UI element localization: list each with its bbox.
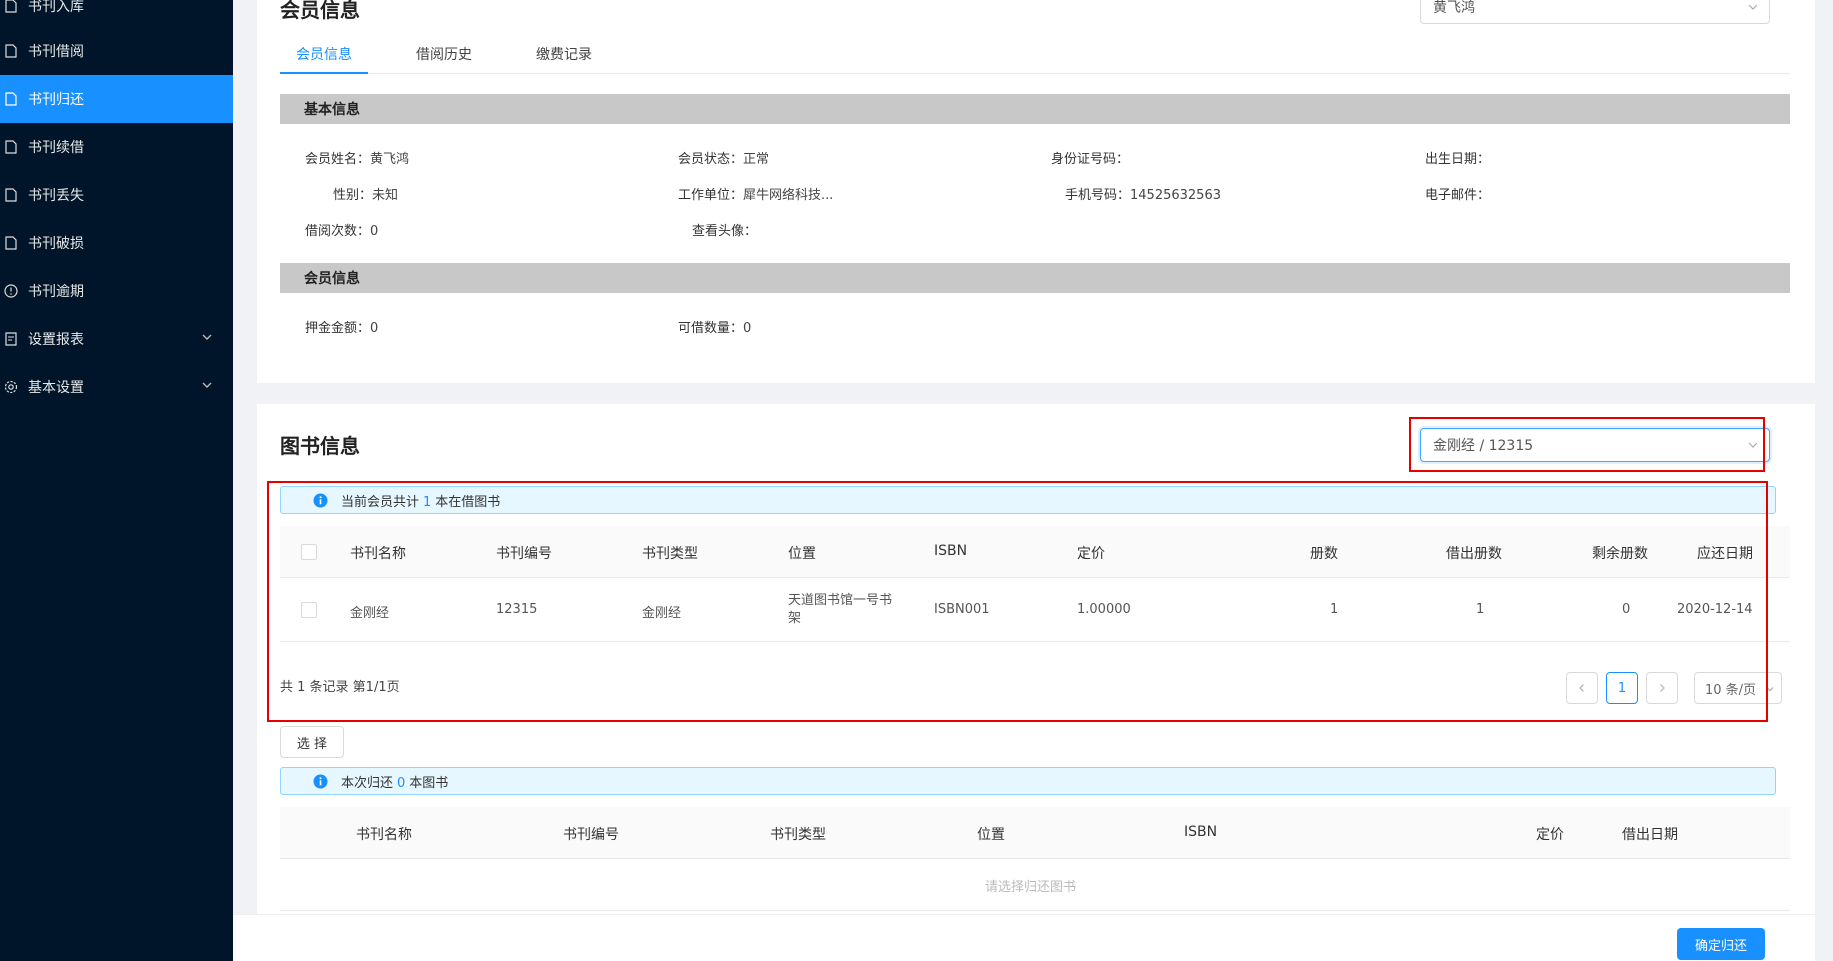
info-icon [313,774,328,789]
column-header: 书刊名称 [356,827,412,843]
column-header: 书刊类型 [770,827,826,843]
deposit-value: 0 [370,321,379,336]
deposit-field: 押金金额：0 [305,321,379,336]
sidebar-item-borrow[interactable]: 书刊借阅 [0,27,233,75]
chevron-down-icon [1747,1,1759,13]
member-phone-field: 手机号码：14525632563 [1065,188,1221,203]
report-icon [4,332,18,346]
file-icon [4,44,18,58]
sidebar-item-label: 书刊入库 [28,0,84,15]
sidebar-item-label: 书刊借阅 [28,44,84,60]
column-header: 书刊编号 [563,827,619,843]
sidebar-item-label: 基本设置 [28,380,84,396]
member-work-value: 犀牛网络科技... [743,188,834,203]
sidebar-item-label: 设置报表 [28,332,84,348]
page-edge [1815,0,1833,961]
chevron-down-icon [201,331,215,345]
book-info-title: 图书信息 [280,434,360,458]
member-borrow-count-value: 0 [370,224,379,239]
confirm-return-button[interactable]: 确定归还 [1677,928,1765,960]
tab-payment-records[interactable]: 缴费记录 [520,44,608,74]
action-footer: 确定归还 [233,914,1815,961]
member-name-value: 黄飞鸿 [370,152,410,167]
member-select[interactable]: 黄飞鸿 [1420,0,1770,24]
member-info-title: 会员信息 [280,0,360,22]
highlight-box-select [1409,417,1765,472]
sidebar-item-label: 书刊破损 [28,236,84,252]
member-avatar-field[interactable]: 查看头像： [692,220,757,239]
basic-info-section: 基本信息 [280,94,1790,124]
member-gender-field: 性别：未知 [333,188,399,203]
member-tabs: 会员信息 借阅历史 缴费记录 [280,38,1790,74]
membership-section: 会员信息 [280,263,1790,293]
empty-row: 请选择归还图书 [280,859,1790,911]
sidebar-item-label: 书刊归还 [28,92,84,108]
member-borrow-count-field: 借阅次数：0 [305,224,379,239]
sidebar-item-damaged[interactable]: 书刊破损 [0,219,233,267]
empty-placeholder: 请选择归还图书 [985,880,1077,895]
column-header: ISBN [1184,824,1218,840]
member-email-field: 电子邮件： [1425,188,1491,203]
sidebar-item-renew[interactable]: 书刊续借 [0,123,233,171]
file-icon [4,236,18,250]
sidebar-item-label: 书刊续借 [28,140,84,156]
member-name-field: 会员姓名：黄飞鸿 [305,152,410,167]
column-header: 位置 [977,827,1005,843]
return-table-header: 书刊名称 书刊编号 书刊类型 位置 ISBN 定价 借出日期 [280,807,1790,859]
sidebar-item-return[interactable]: 书刊归还 [0,75,233,123]
sidebar-item-lost[interactable]: 书刊丢失 [0,171,233,219]
member-phone-value: 14525632563 [1130,188,1221,203]
member-id-field: 身份证号码： [1051,152,1130,167]
file-icon [4,140,18,154]
tab-member-info[interactable]: 会员信息 [280,44,368,74]
select-books-button[interactable]: 选 择 [280,726,344,758]
member-status-value: 正常 [743,152,770,167]
member-info-card: 会员信息 黄飞鸿 会员信息 借阅历史 缴费记录 基本信息 会员姓名：黄飞鸿 会员… [257,0,1815,383]
highlight-box-table [267,481,1768,722]
gear-icon [4,380,18,394]
sidebar-item-stock-in[interactable]: 书刊入库 [0,0,233,30]
sidebar-item-reports[interactable]: 设置报表 [0,315,233,363]
borrowable-field: 可借数量：0 [678,321,752,336]
member-gender-value: 未知 [372,188,399,203]
file-icon [4,188,18,202]
chevron-down-icon [201,379,215,393]
member-select-value: 黄飞鸿 [1433,0,1475,16]
member-work-field: 工作单位：犀牛网络科技... [678,188,834,203]
sidebar-item-label: 书刊逾期 [28,284,84,300]
file-icon [4,92,18,106]
borrowable-value: 0 [743,321,752,336]
sidebar: 书刊入库 书刊借阅 书刊归还 书刊续借 书刊丢失 书刊破损 书刊逾期 设置报表 … [0,0,233,961]
clock-icon [4,284,18,298]
column-header: 定价 [1536,827,1564,843]
sidebar-item-overdue[interactable]: 书刊逾期 [0,267,233,315]
member-status-field: 会员状态：正常 [678,152,770,167]
sidebar-item-label: 书刊丢失 [28,188,84,204]
return-count: 0 [397,775,406,791]
column-header: 借出日期 [1622,827,1678,843]
file-icon [4,0,18,13]
member-birth-field: 出生日期： [1425,152,1491,167]
tab-borrow-history[interactable]: 借阅历史 [400,44,488,74]
return-count-alert: 本次归还 0 本图书 [280,767,1776,795]
sidebar-item-settings[interactable]: 基本设置 [0,363,233,411]
